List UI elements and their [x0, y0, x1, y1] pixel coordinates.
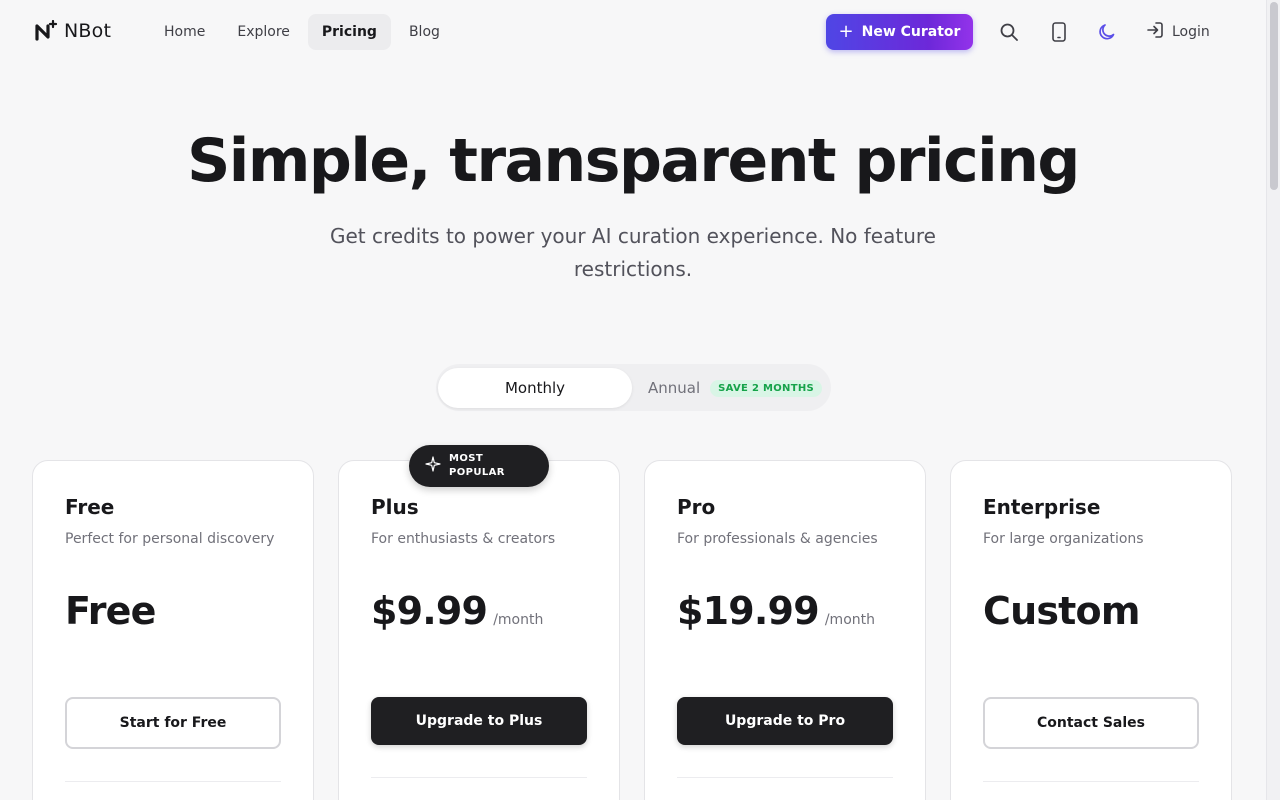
theme-toggle-button[interactable]: [1093, 18, 1121, 46]
nav-item-blog[interactable]: Blog: [395, 14, 454, 50]
plan-description: For professionals & agencies: [677, 531, 878, 547]
plan-card-enterprise: Enterprise For large organizations Custo…: [950, 460, 1232, 800]
nav-item-pricing[interactable]: Pricing: [307, 14, 391, 50]
page-title: Simple, transparent pricing: [187, 126, 1080, 196]
plan-price-amount: $9.99: [371, 589, 488, 633]
brand-name: NBot: [64, 20, 112, 42]
nav-item-home[interactable]: Home: [150, 14, 219, 50]
card-divider: [983, 781, 1199, 782]
plan-name: Plus: [371, 495, 419, 519]
billing-monthly-option[interactable]: Monthly: [438, 368, 632, 408]
mobile-icon: [1051, 22, 1067, 42]
brand-logo[interactable]: NBot: [34, 20, 111, 42]
new-curator-label: New Curator: [861, 24, 961, 40]
card-divider: [371, 777, 587, 778]
card-divider: [65, 781, 281, 782]
login-button[interactable]: Login: [1146, 18, 1210, 46]
plan-description: For large organizations: [983, 531, 1144, 547]
plan-price-amount: $19.99: [677, 589, 820, 633]
plan-name: Enterprise: [983, 495, 1101, 519]
nav-item-explore[interactable]: Explore: [223, 14, 304, 50]
plan-price-period: /month: [493, 612, 544, 628]
card-divider: [677, 777, 893, 778]
plan-price: $19.99 /month: [677, 589, 875, 633]
moon-icon: [1097, 22, 1117, 42]
plan-card-free: Free Perfect for personal discovery Free…: [32, 460, 314, 800]
most-popular-badge: MOST POPULAR: [409, 445, 549, 487]
plus-icon: +: [838, 21, 854, 42]
scrollbar-thumb[interactable]: [1270, 2, 1278, 190]
most-popular-label: MOST POPULAR: [449, 453, 505, 478]
plan-price: Custom: [983, 589, 1140, 633]
main-nav: Home Explore Pricing Blog: [150, 14, 454, 50]
plan-card-plus: Plus For enthusiasts & creators $9.99 /m…: [338, 460, 620, 800]
search-button[interactable]: [995, 18, 1023, 46]
new-curator-button[interactable]: + New Curator: [826, 14, 973, 50]
plan-description: Perfect for personal discovery: [65, 531, 275, 547]
nbot-logo-icon: [34, 20, 58, 42]
plan-price-period: /month: [824, 612, 875, 628]
billing-annual-label: Annual: [648, 379, 701, 397]
billing-period-toggle: Monthly Annual SAVE 2 MONTHS: [436, 364, 831, 411]
plan-card-pro: Pro For professionals & agencies $19.99 …: [644, 460, 926, 800]
contact-sales-button[interactable]: Contact Sales: [983, 697, 1199, 749]
plan-name: Pro: [677, 495, 716, 519]
plan-price: $9.99 /month: [371, 589, 543, 633]
plan-price-amount: Custom: [983, 589, 1140, 633]
billing-annual-option[interactable]: Annual SAVE 2 MONTHS: [648, 368, 823, 408]
plan-name: Free: [65, 495, 115, 519]
plan-description: For enthusiasts & creators: [371, 531, 556, 547]
save-badge: SAVE 2 MONTHS: [710, 379, 823, 397]
search-icon: [999, 22, 1019, 42]
page-subtitle: Get credits to power your AI curation ex…: [330, 224, 936, 281]
sparkle-icon: [425, 456, 441, 476]
upgrade-plus-button[interactable]: Upgrade to Plus: [371, 697, 587, 745]
login-label: Login: [1172, 24, 1210, 40]
top-navbar: NBot Home Explore Pricing Blog + New Cur…: [0, 0, 1266, 64]
plan-price-amount: Free: [65, 589, 156, 633]
login-icon: [1146, 21, 1164, 43]
start-free-button[interactable]: Start for Free: [65, 697, 281, 749]
upgrade-pro-button[interactable]: Upgrade to Pro: [677, 697, 893, 745]
mobile-app-button[interactable]: [1045, 18, 1073, 46]
page-scrollbar[interactable]: [1266, 0, 1280, 800]
plan-price: Free: [65, 589, 156, 633]
